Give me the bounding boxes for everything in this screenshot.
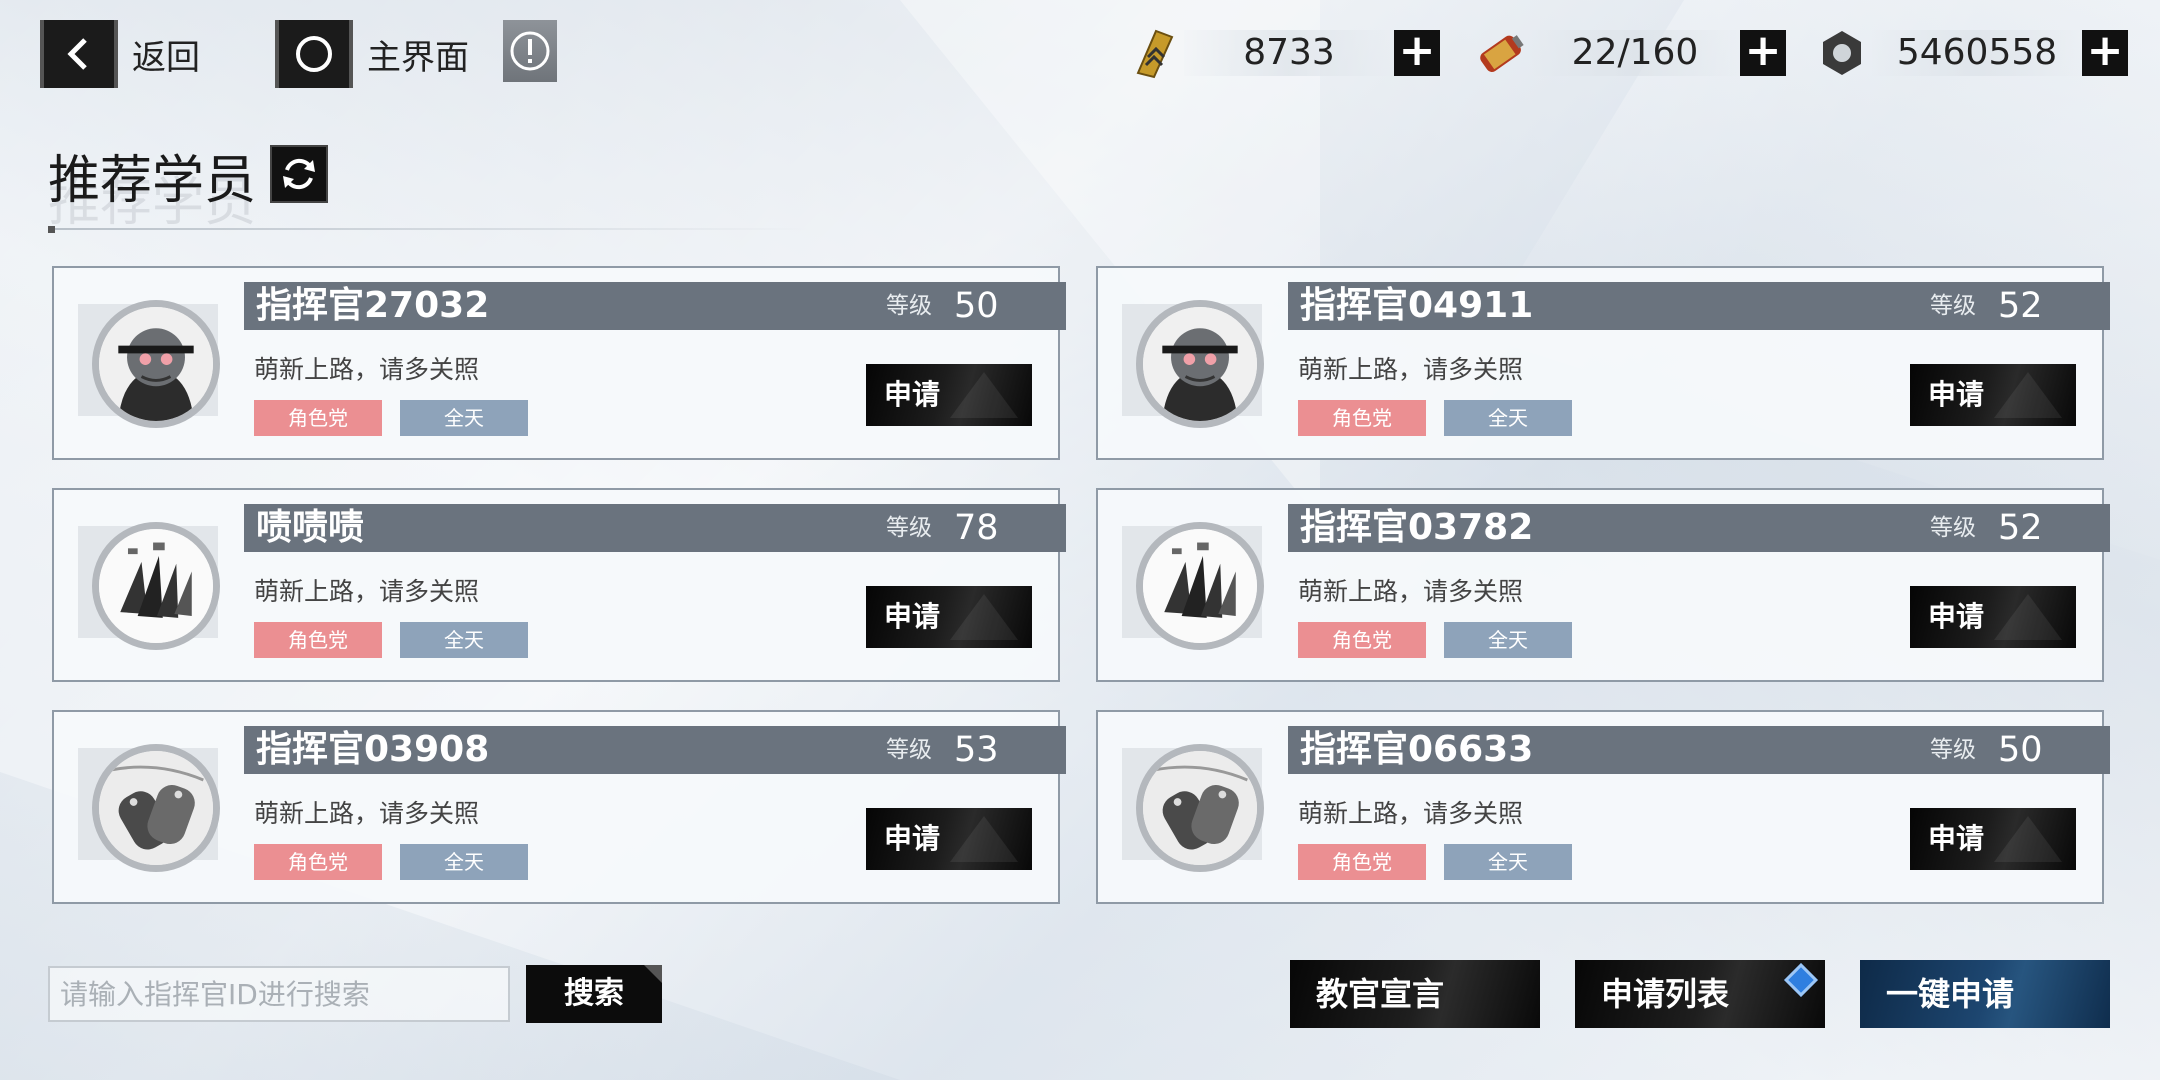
home-button[interactable]: 主界面	[275, 20, 469, 88]
name-bar: 指挥官27032 等级 50	[244, 282, 1066, 330]
search-button[interactable]: 搜索	[526, 965, 662, 1023]
resource-ticket: 8733 +	[1124, 22, 1440, 84]
tag-time: 全天	[1444, 400, 1572, 436]
apply-button[interactable]: 申请	[866, 808, 1032, 870]
student-card: 指挥官06633 等级 50 萌新上路，请多关照 角色党 全天 申请	[1096, 710, 2110, 904]
name-bar: 指挥官03908 等级 53	[244, 726, 1066, 774]
level-label: 等级	[886, 293, 932, 319]
dogtag-avatar-icon	[92, 744, 220, 872]
tag-role: 角色党	[1298, 844, 1426, 880]
tag-role: 角色党	[254, 400, 382, 436]
ticket-value: 8733	[1184, 30, 1394, 76]
student-card: 指挥官03908 等级 53 萌新上路，请多关照 角色党 全天 申请	[52, 710, 1066, 904]
add-parts-button[interactable]: +	[2082, 29, 2128, 76]
refresh-button[interactable]	[270, 145, 328, 203]
commander-name: 指挥官04911	[1300, 285, 1534, 326]
griffin-logo-avatar-icon	[92, 522, 220, 650]
name-bar: 指挥官06633 等级 50	[1288, 726, 2110, 774]
apply-button[interactable]: 申请	[1910, 364, 2076, 426]
title-divider-dot	[48, 226, 55, 233]
page-title: 推荐学员	[48, 151, 257, 211]
motto-text: 萌新上路，请多关照	[1298, 577, 1524, 606]
level-value: 78	[954, 508, 999, 548]
level-value: 52	[1998, 286, 2043, 326]
level-label: 等级	[1930, 737, 1976, 763]
griffin-logo-avatar-icon	[1136, 522, 1264, 650]
name-bar: 指挥官03782 等级 52	[1288, 504, 2110, 552]
parts-value: 5460558	[1872, 30, 2082, 76]
apply-list-button[interactable]: 申请列表	[1575, 960, 1825, 1028]
name-bar: 指挥官04911 等级 52	[1288, 282, 2110, 330]
title-divider	[48, 228, 808, 230]
home-circle-icon	[275, 20, 353, 88]
tag-role: 角色党	[1298, 400, 1426, 436]
motto-text: 萌新上路，请多关照	[254, 577, 480, 606]
level-label: 等级	[1930, 515, 1976, 541]
one-click-apply-button[interactable]: 一键申请	[1860, 960, 2110, 1028]
apply-button[interactable]: 申请	[1910, 586, 2076, 648]
battery-icon	[1470, 23, 1530, 83]
add-battery-button[interactable]: +	[1740, 29, 1786, 76]
tag-time: 全天	[1444, 622, 1572, 658]
level-label: 等级	[886, 737, 932, 763]
doll-avatar-icon	[92, 300, 220, 428]
refresh-icon	[283, 158, 315, 190]
student-card: 指挥官04911 等级 52 萌新上路，请多关照 角色党 全天 申请	[1096, 266, 2110, 460]
commander-name: 指挥官27032	[256, 285, 490, 326]
apply-button[interactable]: 申请	[1910, 808, 2076, 870]
home-label: 主界面	[367, 37, 469, 78]
doll-avatar-icon	[1136, 300, 1264, 428]
tag-time: 全天	[1444, 844, 1572, 880]
notification-diamond-icon	[1784, 963, 1818, 997]
apply-button[interactable]: 申请	[866, 364, 1032, 426]
level-value: 50	[1998, 730, 2043, 770]
level-label: 等级	[1930, 293, 1976, 319]
commander-name: 指挥官03782	[1300, 507, 1534, 548]
commander-name: 指挥官03908	[256, 729, 490, 770]
dogtag-avatar-icon	[1136, 744, 1264, 872]
search-input[interactable]	[48, 966, 510, 1022]
commander-name: 啧啧啧	[256, 507, 365, 548]
exclamation-icon	[510, 31, 550, 71]
tag-role: 角色党	[254, 844, 382, 880]
gear-nut-icon	[1812, 23, 1872, 83]
motto-text: 萌新上路，请多关照	[254, 355, 480, 384]
tag-time: 全天	[400, 622, 528, 658]
motto-text: 萌新上路，请多关照	[1298, 799, 1524, 828]
back-button[interactable]: 返回	[40, 20, 200, 88]
declaration-button[interactable]: 教官宣言	[1290, 960, 1540, 1028]
motto-text: 萌新上路，请多关照	[254, 799, 480, 828]
resource-parts: 5460558 +	[1812, 22, 2128, 84]
student-card: 指挥官03782 等级 52 萌新上路，请多关照 角色党 全天 申请	[1096, 488, 2110, 682]
apply-button[interactable]: 申请	[866, 586, 1032, 648]
level-label: 等级	[886, 515, 932, 541]
level-value: 52	[1998, 508, 2043, 548]
student-card: 啧啧啧 等级 78 萌新上路，请多关照 角色党 全天 申请	[52, 488, 1066, 682]
level-value: 50	[954, 286, 999, 326]
student-card: 指挥官27032 等级 50 萌新上路，请多关照 角色党 全天 申请	[52, 266, 1066, 460]
apply-list-label: 申请列表	[1601, 975, 1730, 1013]
battery-value: 22/160	[1530, 30, 1740, 76]
tag-role: 角色党	[1298, 622, 1426, 658]
back-label: 返回	[132, 37, 200, 78]
resource-battery: 22/160 +	[1470, 22, 1786, 84]
name-bar: 啧啧啧 等级 78	[244, 504, 1066, 552]
back-arrow-icon	[40, 20, 118, 88]
motto-text: 萌新上路，请多关照	[1298, 355, 1524, 384]
level-value: 53	[954, 730, 999, 770]
add-ticket-button[interactable]: +	[1394, 29, 1440, 76]
ticket-icon	[1124, 23, 1184, 83]
commander-name: 指挥官06633	[1300, 729, 1534, 770]
tag-time: 全天	[400, 400, 528, 436]
tag-role: 角色党	[254, 622, 382, 658]
info-button[interactable]	[503, 20, 557, 82]
tag-time: 全天	[400, 844, 528, 880]
